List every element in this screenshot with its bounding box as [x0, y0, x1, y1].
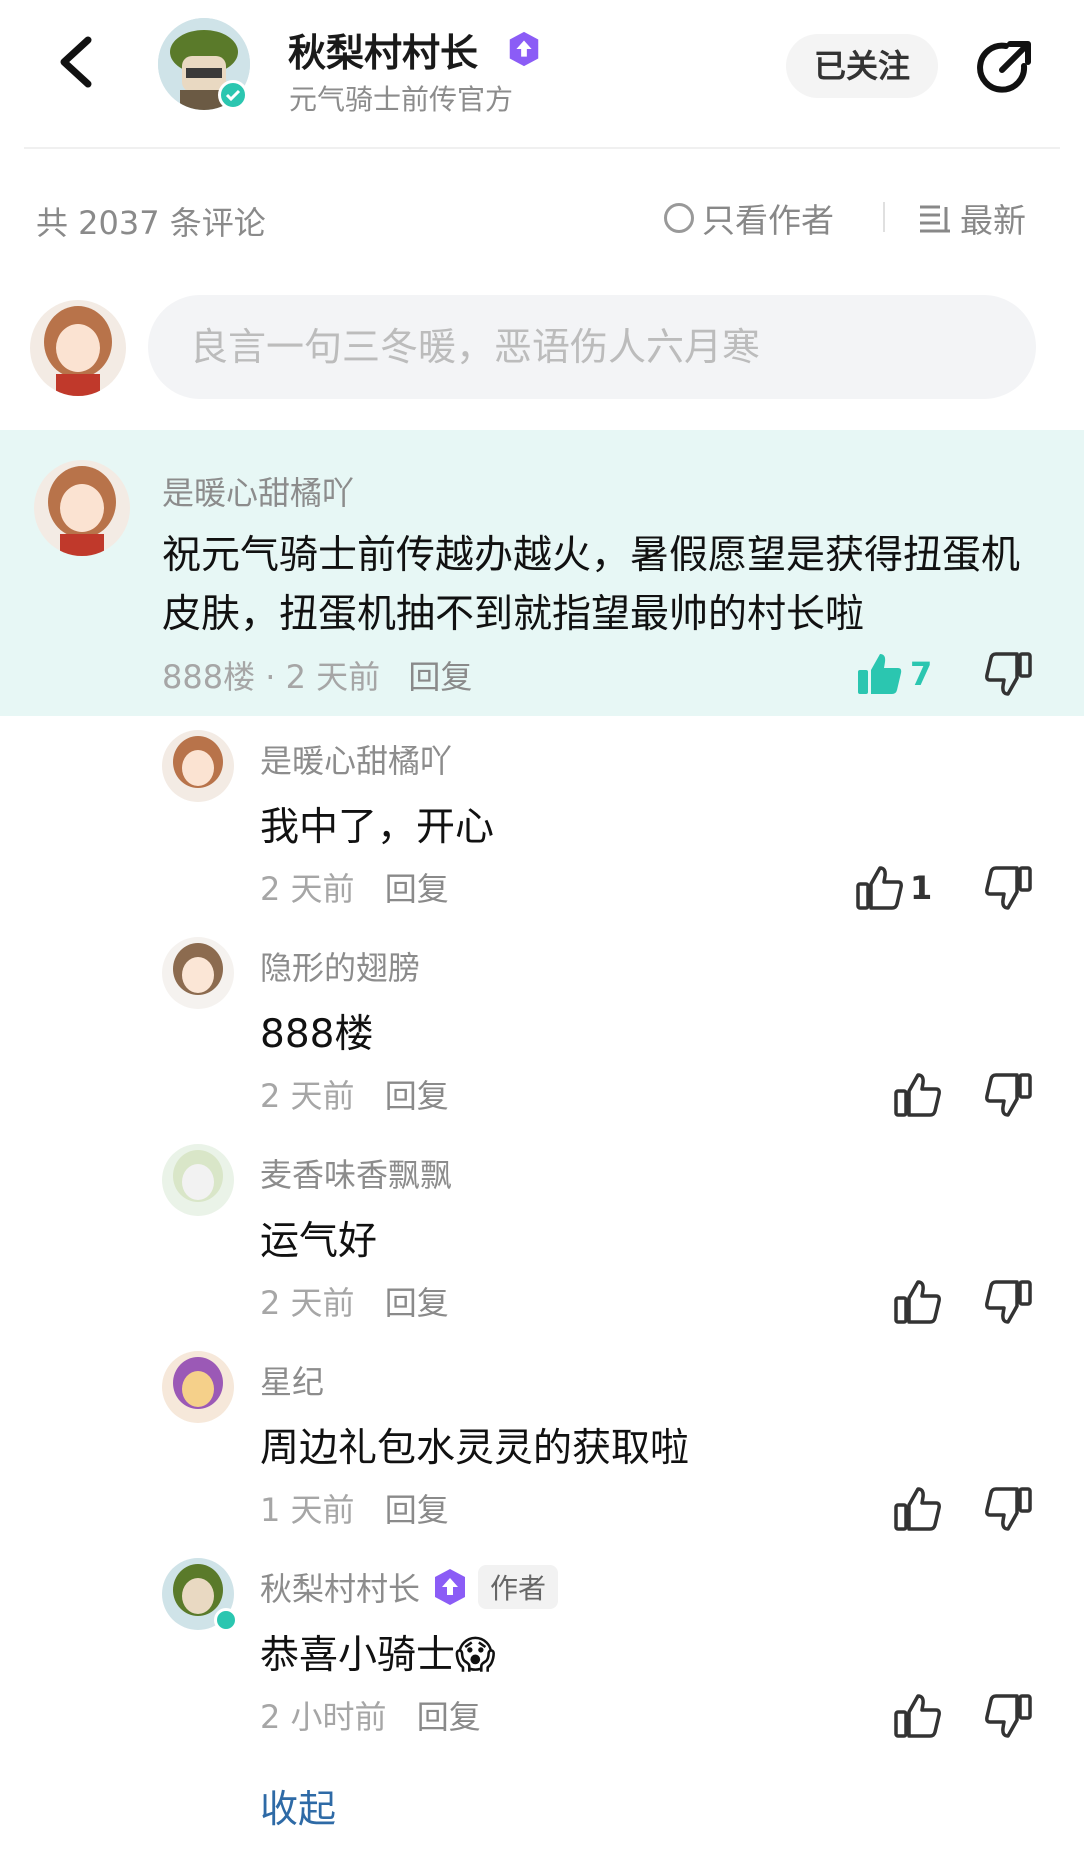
reply-button[interactable]: 回复 — [385, 870, 449, 908]
comment-count: 共 2037 条评论 — [36, 204, 266, 242]
reply-username[interactable]: 是暖心甜橘吖 — [260, 736, 452, 782]
reply-time: 2 小时前 — [260, 1698, 387, 1736]
dislike-button[interactable] — [984, 1485, 1032, 1537]
author-subtitle: 元气骑士前传官方 — [289, 83, 514, 116]
reply-username-row: 星纪 — [260, 1357, 324, 1403]
reply-text-row: 恭喜小骑士😱 — [260, 1624, 496, 1680]
like-button[interactable] — [894, 1071, 948, 1119]
thumbs-up-icon — [894, 1487, 941, 1531]
reply-username[interactable]: 隐形的翅膀 — [260, 943, 420, 989]
like-button[interactable] — [894, 1485, 948, 1533]
reply-text: 恭喜小骑士 — [260, 1633, 456, 1678]
reply-meta: 2 小时前 回复 — [260, 1692, 481, 1738]
reply-text: 周边礼包水灵灵的获取啦 — [260, 1426, 690, 1471]
comment-username[interactable]: 是暖心甜橘吖 — [162, 468, 354, 514]
reply-meta: 1 天前 回复 — [260, 1485, 449, 1531]
dislike-button[interactable] — [984, 1278, 1032, 1330]
reply-button[interactable]: 回复 — [385, 1077, 449, 1115]
my-avatar[interactable] — [30, 300, 126, 396]
comment-input[interactable] — [148, 295, 1036, 399]
reply-text-row: 周边礼包水灵灵的获取啦 — [260, 1417, 689, 1473]
share-icon[interactable] — [972, 36, 1036, 100]
reply-meta: 2 天前 回复 — [260, 1278, 449, 1324]
like-count: 7 — [910, 655, 933, 693]
dislike-button[interactable] — [984, 1692, 1032, 1744]
reply-text: 运气好 — [260, 1219, 378, 1264]
reply-text: 我中了，开心 — [260, 805, 495, 850]
comment-text: 祝元气骑士前传越办越火，暑假愿望是获得扭蛋机皮肤，扭蛋机抽不到就指望最帅的村长啦 — [162, 533, 1021, 637]
like-count: 1 — [910, 869, 933, 907]
thumbs-down-icon[interactable] — [984, 1071, 1032, 1119]
sort-toggle[interactable]: 最新 — [918, 196, 1026, 240]
thumbs-down-icon[interactable] — [984, 1278, 1032, 1326]
official-badge-icon — [435, 1569, 466, 1605]
thumbs-up-icon — [894, 1280, 941, 1324]
reply-username-row: 麦香味香飘飘 — [260, 1150, 452, 1196]
sort-icon — [920, 205, 950, 233]
reply-text-row: 我中了，开心 — [260, 796, 494, 852]
like-button[interactable]: 1 — [856, 864, 932, 912]
follow-button[interactable]: 已关注 — [786, 34, 938, 98]
filter-separator — [883, 202, 885, 232]
comment-avatar[interactable] — [34, 460, 130, 556]
author-tag: 作者 — [478, 1565, 559, 1609]
comment-floor: 888楼 — [162, 658, 256, 696]
sort-label: 最新 — [960, 201, 1026, 240]
reply-username-row: 隐形的翅膀 — [260, 943, 420, 989]
verified-icon — [218, 80, 248, 110]
thumbs-up-filled-icon — [858, 654, 902, 694]
back-arrow-icon[interactable] — [52, 32, 102, 92]
reply-time: 1 天前 — [260, 1491, 355, 1529]
reply-username[interactable]: 星纪 — [260, 1357, 324, 1403]
reply-username-row: 秋梨村村长 作者 — [260, 1564, 559, 1610]
like-button[interactable] — [894, 1278, 948, 1326]
reply-button[interactable]: 回复 — [417, 1698, 481, 1736]
reply-username-row: 是暖心甜橘吖 — [260, 736, 452, 782]
author-name[interactable]: 秋梨村村长 — [288, 22, 478, 77]
thumbs-down-icon[interactable] — [984, 1692, 1032, 1740]
reply-avatar[interactable] — [162, 1144, 234, 1216]
reply-avatar[interactable] — [162, 937, 234, 1009]
reply-text-row: 运气好 — [260, 1210, 377, 1266]
reply-avatar[interactable] — [162, 730, 234, 802]
reply-time: 2 天前 — [260, 1077, 355, 1115]
thumbs-up-icon — [894, 1694, 941, 1738]
like-button[interactable]: 7 — [856, 650, 932, 698]
header-divider — [24, 147, 1060, 149]
dislike-button[interactable] — [984, 864, 1032, 916]
reply-text: 888楼 — [260, 1012, 374, 1057]
thumbs-down-icon[interactable] — [984, 650, 1032, 698]
like-button[interactable] — [894, 1692, 948, 1740]
reply-button[interactable]: 回复 — [408, 658, 472, 696]
thumbs-up-icon — [856, 866, 903, 910]
only-author-toggle[interactable]: 只看作者 — [664, 196, 834, 240]
reply-username[interactable]: 麦香味香飘飘 — [260, 1150, 452, 1196]
reply-username[interactable]: 秋梨村村长 — [260, 1564, 420, 1610]
collapse-button[interactable]: 收起 — [260, 1778, 336, 1833]
comment-meta: 888楼 · 2 天前 回复 — [162, 658, 473, 696]
reply-meta: 2 天前 回复 — [260, 1071, 449, 1117]
verified-icon — [214, 1608, 238, 1632]
official-badge-icon — [509, 31, 539, 67]
reply-meta: 2 天前 回复 — [260, 864, 449, 910]
dislike-button[interactable] — [984, 1071, 1032, 1123]
thumbs-up-icon — [894, 1073, 941, 1117]
reply-text-row: 888楼 — [260, 1003, 373, 1059]
reply-button[interactable]: 回复 — [385, 1284, 449, 1322]
reply-button[interactable]: 回复 — [385, 1491, 449, 1529]
reply-avatar[interactable] — [162, 1351, 234, 1423]
reply-time: 2 天前 — [260, 870, 355, 908]
reply-time: 2 天前 — [260, 1284, 355, 1322]
comment-time: 2 天前 — [285, 658, 381, 696]
emoji-icon: 😱 — [455, 1633, 496, 1678]
radio-icon — [664, 203, 694, 233]
thumbs-down-icon[interactable] — [984, 1485, 1032, 1533]
thumbs-down-icon[interactable] — [984, 864, 1032, 912]
only-author-label: 只看作者 — [702, 201, 834, 240]
